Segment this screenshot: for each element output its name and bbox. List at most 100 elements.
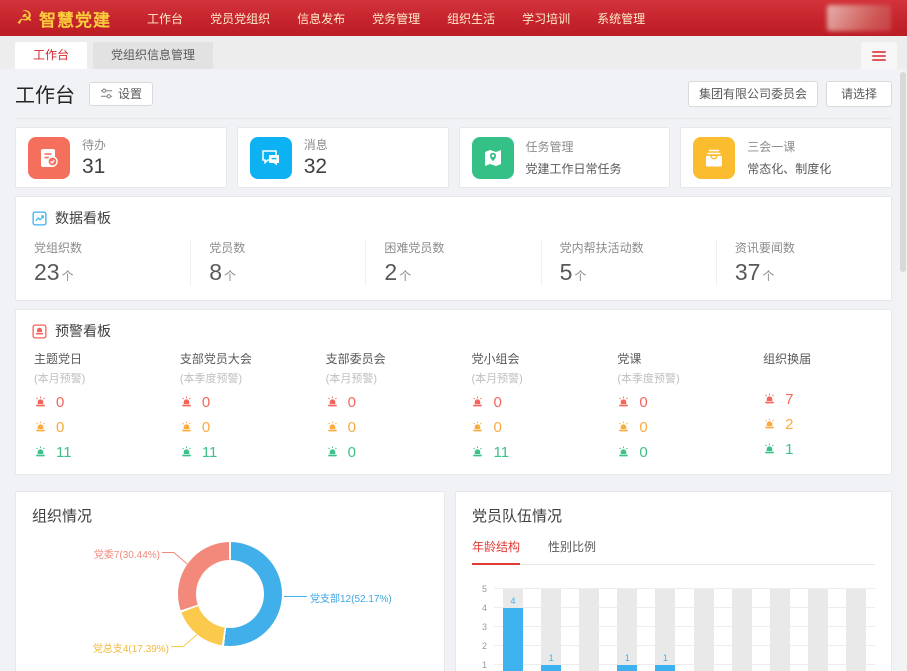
archive-icon [693,137,735,179]
stat-news-count: 资讯要闻数 37个 [716,239,891,286]
alarm-icon [617,396,630,409]
alarm-icon [180,421,193,434]
nav-item-workbench[interactable]: 工作台 [147,10,183,27]
bar-columns: 4101100000 [494,589,875,671]
tab-org-info-mgmt[interactable]: 党组织信息管理 [93,42,213,69]
alarm-icon [617,446,630,459]
nav-item-system[interactable]: 系统管理 [597,10,645,27]
donut-chart-area: 党支部12(52.17%) 党总支4(17.39%) 党委7(30.44%) [32,526,428,668]
bar-column: 0 [570,589,608,671]
stat-org-count: 党组织数 23个 [16,239,190,286]
settings-button[interactable]: 设置 [89,82,153,106]
warning-column-sublabel [763,370,891,383]
screen: ☭ 智慧党建 工作台 党员党组织 信息发布 党务管理 组织生活 学习培训 系统管… [0,0,907,671]
bar [655,665,675,671]
warning-column-sublabel: (本季度预警) [180,370,308,386]
tab-gender-ratio[interactable]: 性别比例 [548,538,596,564]
member-panel-title: 党员队伍情况 [472,505,875,526]
shortcut-cards: 待办 31 消息 32 [15,127,892,188]
trend-chart-icon [32,211,47,226]
org-selector[interactable]: 集团有限公司委员会 [688,81,818,107]
tab-age-structure[interactable]: 年龄结构 [472,538,520,564]
card-todo[interactable]: 待办 31 [15,127,227,188]
warning-row-green: 0 [326,444,454,461]
nav-item-member-org[interactable]: 党员党组织 [210,10,270,27]
warning-column-label: 支部委员会 [326,350,454,367]
card-three-meetings[interactable]: 三会一课 常态化、制度化 [680,127,892,188]
map-marker-icon [472,137,514,179]
alarm-icon [763,393,776,406]
nav-item-info-publish[interactable]: 信息发布 [297,10,345,27]
todo-document-icon [28,137,70,179]
warning-board-head: 预警看板 [16,310,891,350]
warning-column: 党课(本季度预警) 0 0 0 [599,350,745,461]
warning-board-title: 预警看板 [55,321,111,341]
warning-column: 组织换届 7 2 1 [745,350,891,461]
alarm-icon [471,421,484,434]
content: 工作台 设置 集团有限公司委员会 请选择 [0,69,907,671]
card-task-mgmt[interactable]: 任务管理 党建工作日常任务 [459,127,671,188]
warning-column: 支部党员大会(本季度预警) 0 0 11 [162,350,308,461]
hamburger-icon [872,55,886,57]
bar-value-label: 1 [646,653,684,663]
bar-background-band [808,589,828,671]
warning-row-green: 11 [471,444,599,461]
alarm-icon [34,396,47,409]
slice-label-general-branch: 党总支4(17.39%) [93,640,169,655]
alarm-icon [34,421,47,434]
bar [541,665,561,671]
card-label: 任务管理 [526,138,622,155]
warning-board-panel: 预警看板 主题党日 (本月预警) 0 0 11 支部党员大会(本季度预警) 0 0 … [15,309,892,475]
nav-item-training[interactable]: 学习培训 [522,10,570,27]
member-panel-tabs: 年龄结构 性别比例 [472,538,875,565]
brand: ☭ 智慧党建 [16,6,111,31]
bar-column: 0 [761,589,799,671]
warning-row-red: 0 [180,394,308,411]
card-messages[interactable]: 消息 32 [237,127,449,188]
bottom-row: 组织情况 党支部12(52.17%) 党总支4(17.39%) 党委7(30.4… [15,483,892,671]
label-line [171,646,183,647]
scrollbar[interactable] [899,69,907,671]
warning-row-orange: 0 [617,419,745,436]
warning-row-red: 0 [34,394,162,411]
party-emblem-icon: ☭ [16,9,33,28]
warning-row-green: 1 [763,441,891,458]
warning-column-label: 主题党日 [34,350,162,367]
stat-member-count: 党员数 8个 [190,239,365,286]
bar-column: 0 [799,589,837,671]
alarm-icon [617,421,630,434]
tab-bar: 工作台 党组织信息管理 [0,36,907,69]
nav-item-party-affairs[interactable]: 党务管理 [372,10,420,27]
warning-column: 党小组会(本月预警) 0 0 11 [453,350,599,461]
warning-column-sublabel: (本月预警) [34,370,162,386]
warning-row-red: 0 [326,394,454,411]
warning-column: 主题党日(本月预警) 0 0 11 [16,350,162,461]
chat-bubbles-icon [250,137,292,179]
card-value: 32 [304,154,328,179]
alarm-icon [326,446,339,459]
bar-value-label: 4 [494,596,532,606]
alarm-icon [326,421,339,434]
page-title: 工作台 [15,79,75,108]
y-tick-label: 4 [482,603,487,613]
warning-row-orange: 2 [763,416,891,433]
org-panel-title: 组织情况 [32,505,428,526]
alarm-icon [763,443,776,456]
plot-outer: 4101100000 30岁及以下31岁至35岁36岁至40岁41岁至45岁46… [494,589,875,671]
y-tick-label: 5 [482,584,487,594]
tab-workbench[interactable]: 工作台 [15,42,87,69]
warning-column-label: 组织换届 [763,350,891,367]
bar-column: 0 [723,589,761,671]
nav-item-org-life[interactable]: 组织生活 [447,10,495,27]
warning-column-sublabel: (本月预警) [471,370,599,386]
warning-row-red: 0 [617,394,745,411]
select-button[interactable]: 请选择 [826,81,892,107]
plot-area: 4101100000 [494,589,875,671]
tab-menu-button[interactable] [861,42,897,69]
scrollbar-thumb[interactable] [900,72,906,272]
bar-column: 1 [646,589,684,671]
label-line [162,552,174,553]
y-tick-label: 2 [482,641,487,651]
age-bar-chart: 012345 4101100000 30岁及以下31岁至35岁36岁至40岁41… [472,589,875,671]
alert-board-icon [32,324,47,339]
